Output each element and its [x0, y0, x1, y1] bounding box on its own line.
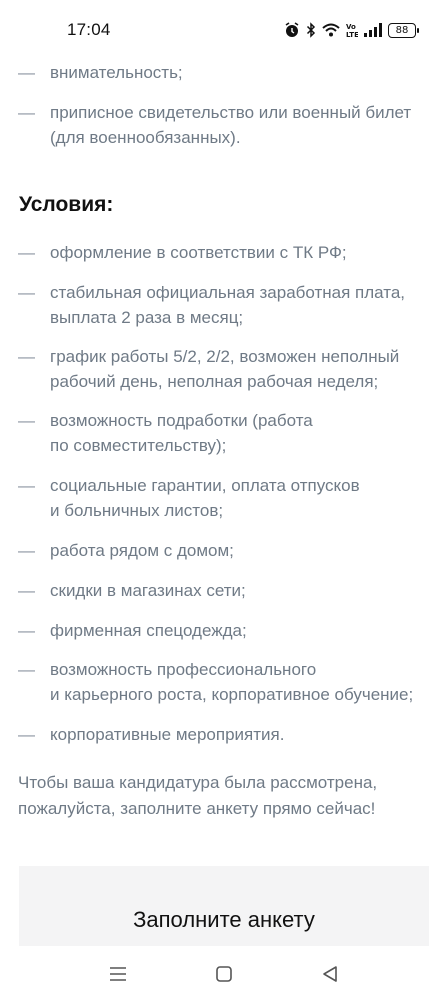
list-item: — корпоративные мероприятия.	[18, 722, 434, 747]
list-item-text: график работы 5/2, 2/2, возможен неполны…	[50, 347, 400, 391]
list-item: — социальные гарантии, оплата отпусков и…	[18, 473, 434, 523]
alarm-icon	[284, 22, 300, 38]
list-item: — возможность профессионального и карьер…	[18, 657, 434, 707]
list-item-text: приписное свидетельство или военный биле…	[50, 103, 412, 147]
list-item-text: корпоративные мероприятия.	[50, 725, 285, 744]
list-item: — оформление в соответствии с ТК РФ;	[18, 240, 434, 265]
dash-bullet: —	[18, 347, 35, 366]
list-item-text: возможность профессионального и карьерно…	[50, 660, 414, 704]
dash-bullet: —	[18, 476, 35, 495]
list-item-text: работа рядом с домом;	[50, 541, 234, 560]
call-to-action-text: Чтобы ваша кандидатура была рассмотрена,…	[18, 773, 378, 818]
navigation-bar	[0, 946, 448, 1000]
dash-bullet: —	[18, 660, 35, 679]
list-item: — внимательность;	[18, 60, 434, 85]
dash-bullet: —	[18, 621, 35, 640]
list-item: — работа рядом с домом;	[18, 538, 434, 563]
list-item-text: оформление в соответствии с ТК РФ;	[50, 243, 347, 262]
list-item-text: фирменная спецодежда;	[50, 621, 247, 640]
svg-text:LTE: LTE	[346, 31, 358, 38]
dash-bullet: —	[18, 283, 35, 302]
status-bar: 17:04 Vo LTE 88	[0, 0, 448, 58]
list-item: — фирменная спецодежда;	[18, 618, 434, 643]
back-icon[interactable]	[316, 960, 344, 988]
list-item-text: социальные гарантии, оплата отпусков и б…	[50, 476, 360, 520]
dash-bullet: —	[18, 725, 35, 744]
battery-icon: 88	[388, 22, 419, 38]
svg-text:Vo: Vo	[346, 23, 356, 31]
conditions-title: Условия:	[19, 193, 114, 216]
status-time: 17:04	[67, 20, 111, 39]
list-item-text: скидки в магазинах сети;	[50, 581, 246, 600]
dash-bullet: —	[18, 411, 35, 430]
status-icons: Vo LTE 88	[284, 20, 419, 40]
list-item: — приписное свидетельство или военный би…	[18, 100, 434, 150]
menu-icon[interactable]	[104, 960, 132, 988]
dash-bullet: —	[18, 103, 35, 122]
wifi-icon	[322, 23, 340, 37]
bluetooth-icon	[306, 22, 316, 38]
home-icon[interactable]	[210, 960, 238, 988]
volte-icon: Vo LTE	[346, 22, 358, 38]
list-item: — возможность подработки (работа по совм…	[18, 408, 434, 458]
list-item: — скидки в магазинах сети;	[18, 578, 434, 603]
list-item-text: внимательность;	[50, 63, 183, 82]
dash-bullet: —	[18, 243, 35, 262]
dash-bullet: —	[18, 541, 35, 560]
list-item-text: возможность подработки (работа по совмес…	[50, 411, 313, 455]
fill-form-button[interactable]: Заполните анкету	[19, 866, 429, 946]
signal-icon	[364, 23, 382, 37]
dash-bullet: —	[18, 63, 35, 82]
list-item-text: стабильная официальная заработная плата,…	[50, 283, 406, 327]
list-item: — стабильная официальная заработная плат…	[18, 280, 434, 330]
dash-bullet: —	[18, 581, 35, 600]
list-item: — график работы 5/2, 2/2, возможен непол…	[18, 344, 434, 394]
